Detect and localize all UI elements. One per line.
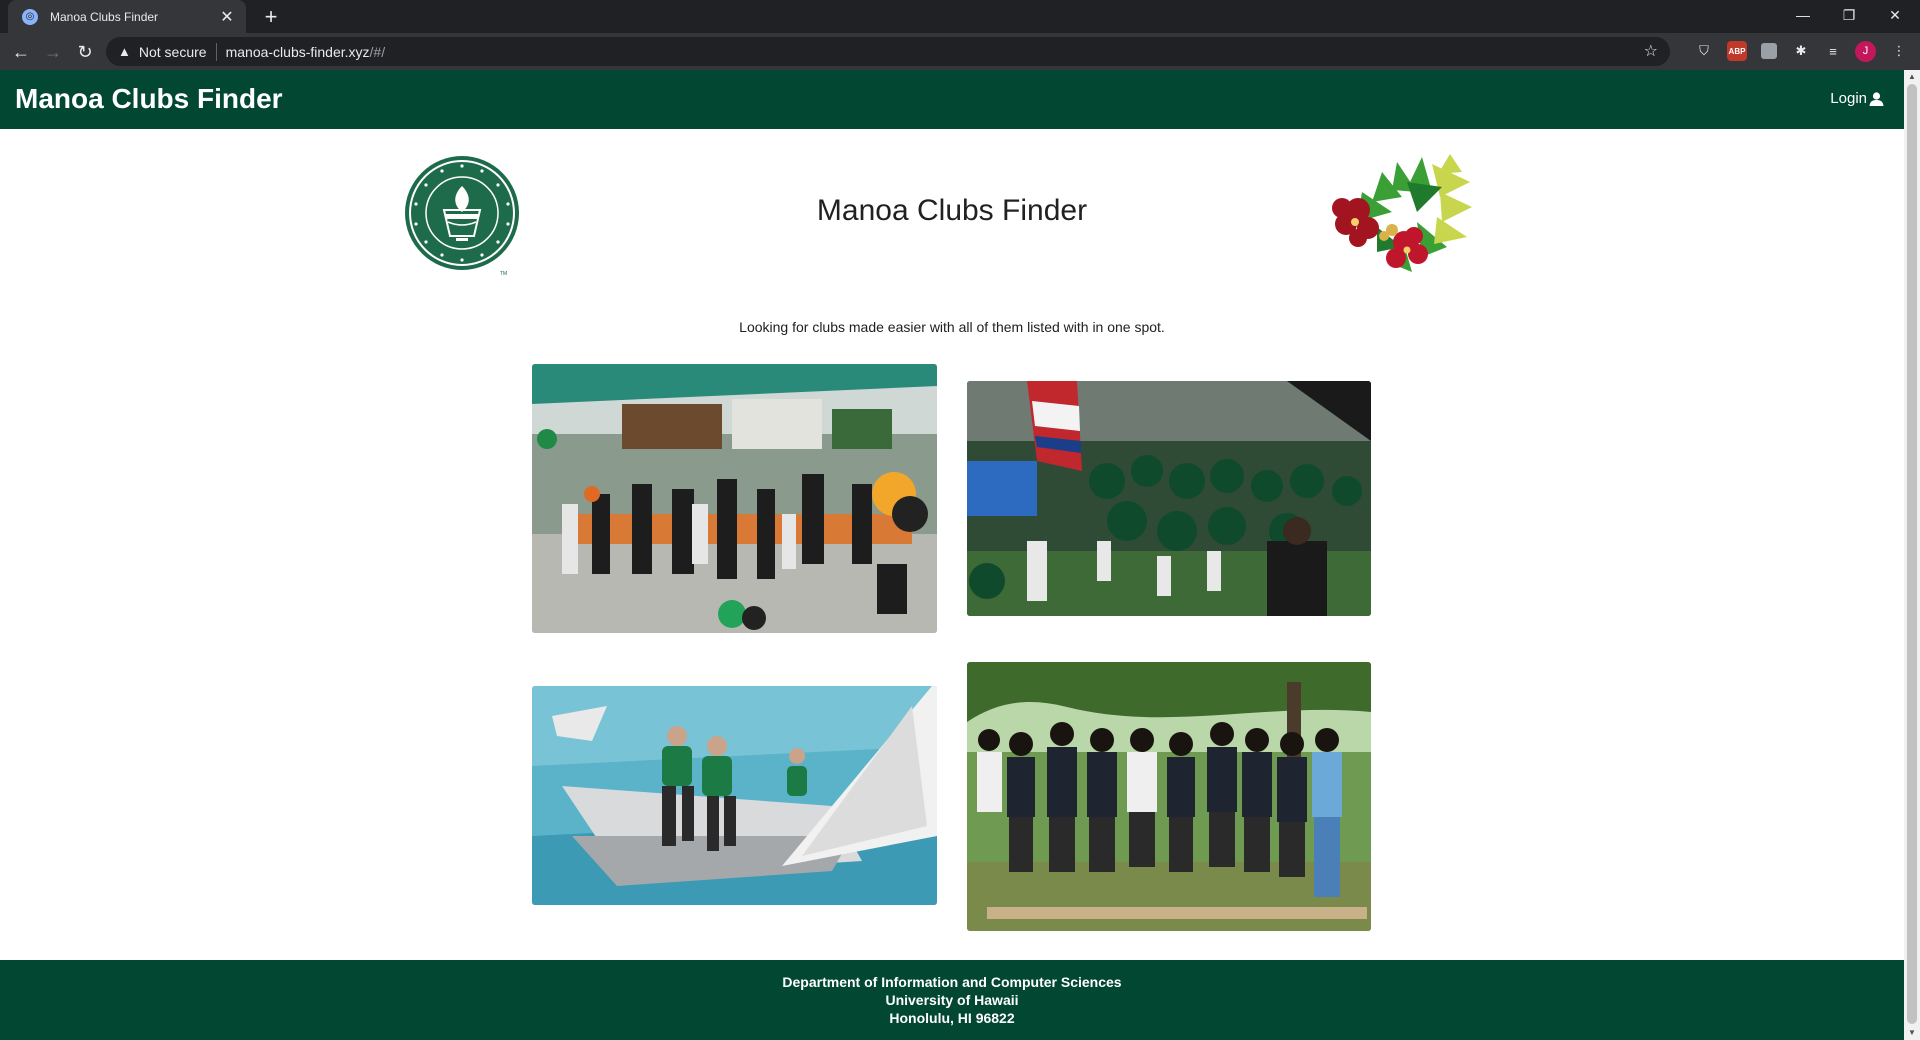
- footer-address: Honolulu, HI 96822: [889, 1010, 1015, 1026]
- page-scrollbar[interactable]: ▲ ▼: [1904, 70, 1920, 1040]
- security-label[interactable]: Not secure: [139, 44, 207, 60]
- adblock-label: ABP: [1728, 46, 1746, 56]
- scroll-up-icon[interactable]: ▲: [1904, 70, 1920, 84]
- footer-university: University of Hawaii: [885, 992, 1019, 1008]
- browser-toolbar: ← → ↻ ▲ Not secure manoa-clubs-finder.xy…: [0, 33, 1920, 70]
- omnibox-divider: [215, 42, 217, 61]
- browser-tab[interactable]: ◎ Manoa Clubs Finder ✕: [8, 0, 246, 33]
- new-tab-button[interactable]: +: [258, 4, 284, 30]
- site-brand[interactable]: Manoa Clubs Finder: [15, 83, 283, 115]
- warning-icon: ▲: [118, 44, 131, 59]
- football-team-photo: [967, 381, 1371, 616]
- minimize-button[interactable]: —: [1780, 0, 1826, 30]
- sailing-team-photo: [532, 686, 937, 905]
- adblock-extension-icon[interactable]: ABP: [1727, 41, 1747, 61]
- login-label: Login: [1830, 90, 1867, 107]
- user-icon: [1869, 91, 1884, 106]
- tab-title: Manoa Clubs Finder: [50, 9, 159, 24]
- reload-button[interactable]: ↻: [71, 38, 99, 66]
- scroll-thumb[interactable]: [1907, 84, 1917, 1024]
- tagline: Looking for clubs made easier with all o…: [739, 319, 1165, 335]
- page-title: Manoa Clubs Finder: [816, 194, 1088, 227]
- forward-button[interactable]: →: [39, 38, 67, 66]
- media-control-icon[interactable]: ≡: [1823, 41, 1843, 61]
- bookmark-star-icon[interactable]: ☆: [1644, 41, 1658, 61]
- restore-button[interactable]: ❐: [1826, 0, 1872, 30]
- scroll-down-icon[interactable]: ▼: [1904, 1026, 1920, 1040]
- url-host: manoa-clubs-finder.xyz: [225, 43, 370, 60]
- site-footer: Department of Information and Computer S…: [0, 960, 1904, 1040]
- svg-text:TM: TM: [500, 271, 507, 277]
- menu-kebab-icon[interactable]: ⋮: [1889, 41, 1909, 61]
- login-dropdown[interactable]: Login: [1830, 90, 1884, 107]
- back-button[interactable]: ←: [7, 38, 35, 66]
- site-navbar: Manoa Clubs Finder Login: [0, 70, 1904, 129]
- shield-extension-icon[interactable]: ⛉: [1694, 41, 1714, 61]
- teambuilding-photo: [967, 662, 1371, 931]
- page-viewport: Manoa Clubs Finder Login TM Manoa Clubs …: [0, 70, 1904, 1040]
- address-bar[interactable]: ▲ Not secure manoa-clubs-finder.xyz/#/ ☆: [106, 37, 1670, 66]
- club-fair-photo: [532, 364, 937, 633]
- tab-strip: ◎ Manoa Clubs Finder ✕ + — ❐ ✕: [0, 0, 1920, 33]
- favicon-icon: ◎: [22, 8, 38, 25]
- puzzle-extensions-icon[interactable]: ✱: [1791, 41, 1811, 61]
- profile-avatar[interactable]: J: [1855, 41, 1876, 62]
- footer-department: Department of Information and Computer S…: [782, 974, 1122, 990]
- extension-icon[interactable]: [1761, 43, 1777, 59]
- close-tab-icon[interactable]: ✕: [218, 7, 236, 27]
- hibiscus-flowers-image: [1332, 154, 1472, 272]
- close-window-button[interactable]: ✕: [1872, 0, 1918, 30]
- url-path: /#/: [369, 43, 386, 60]
